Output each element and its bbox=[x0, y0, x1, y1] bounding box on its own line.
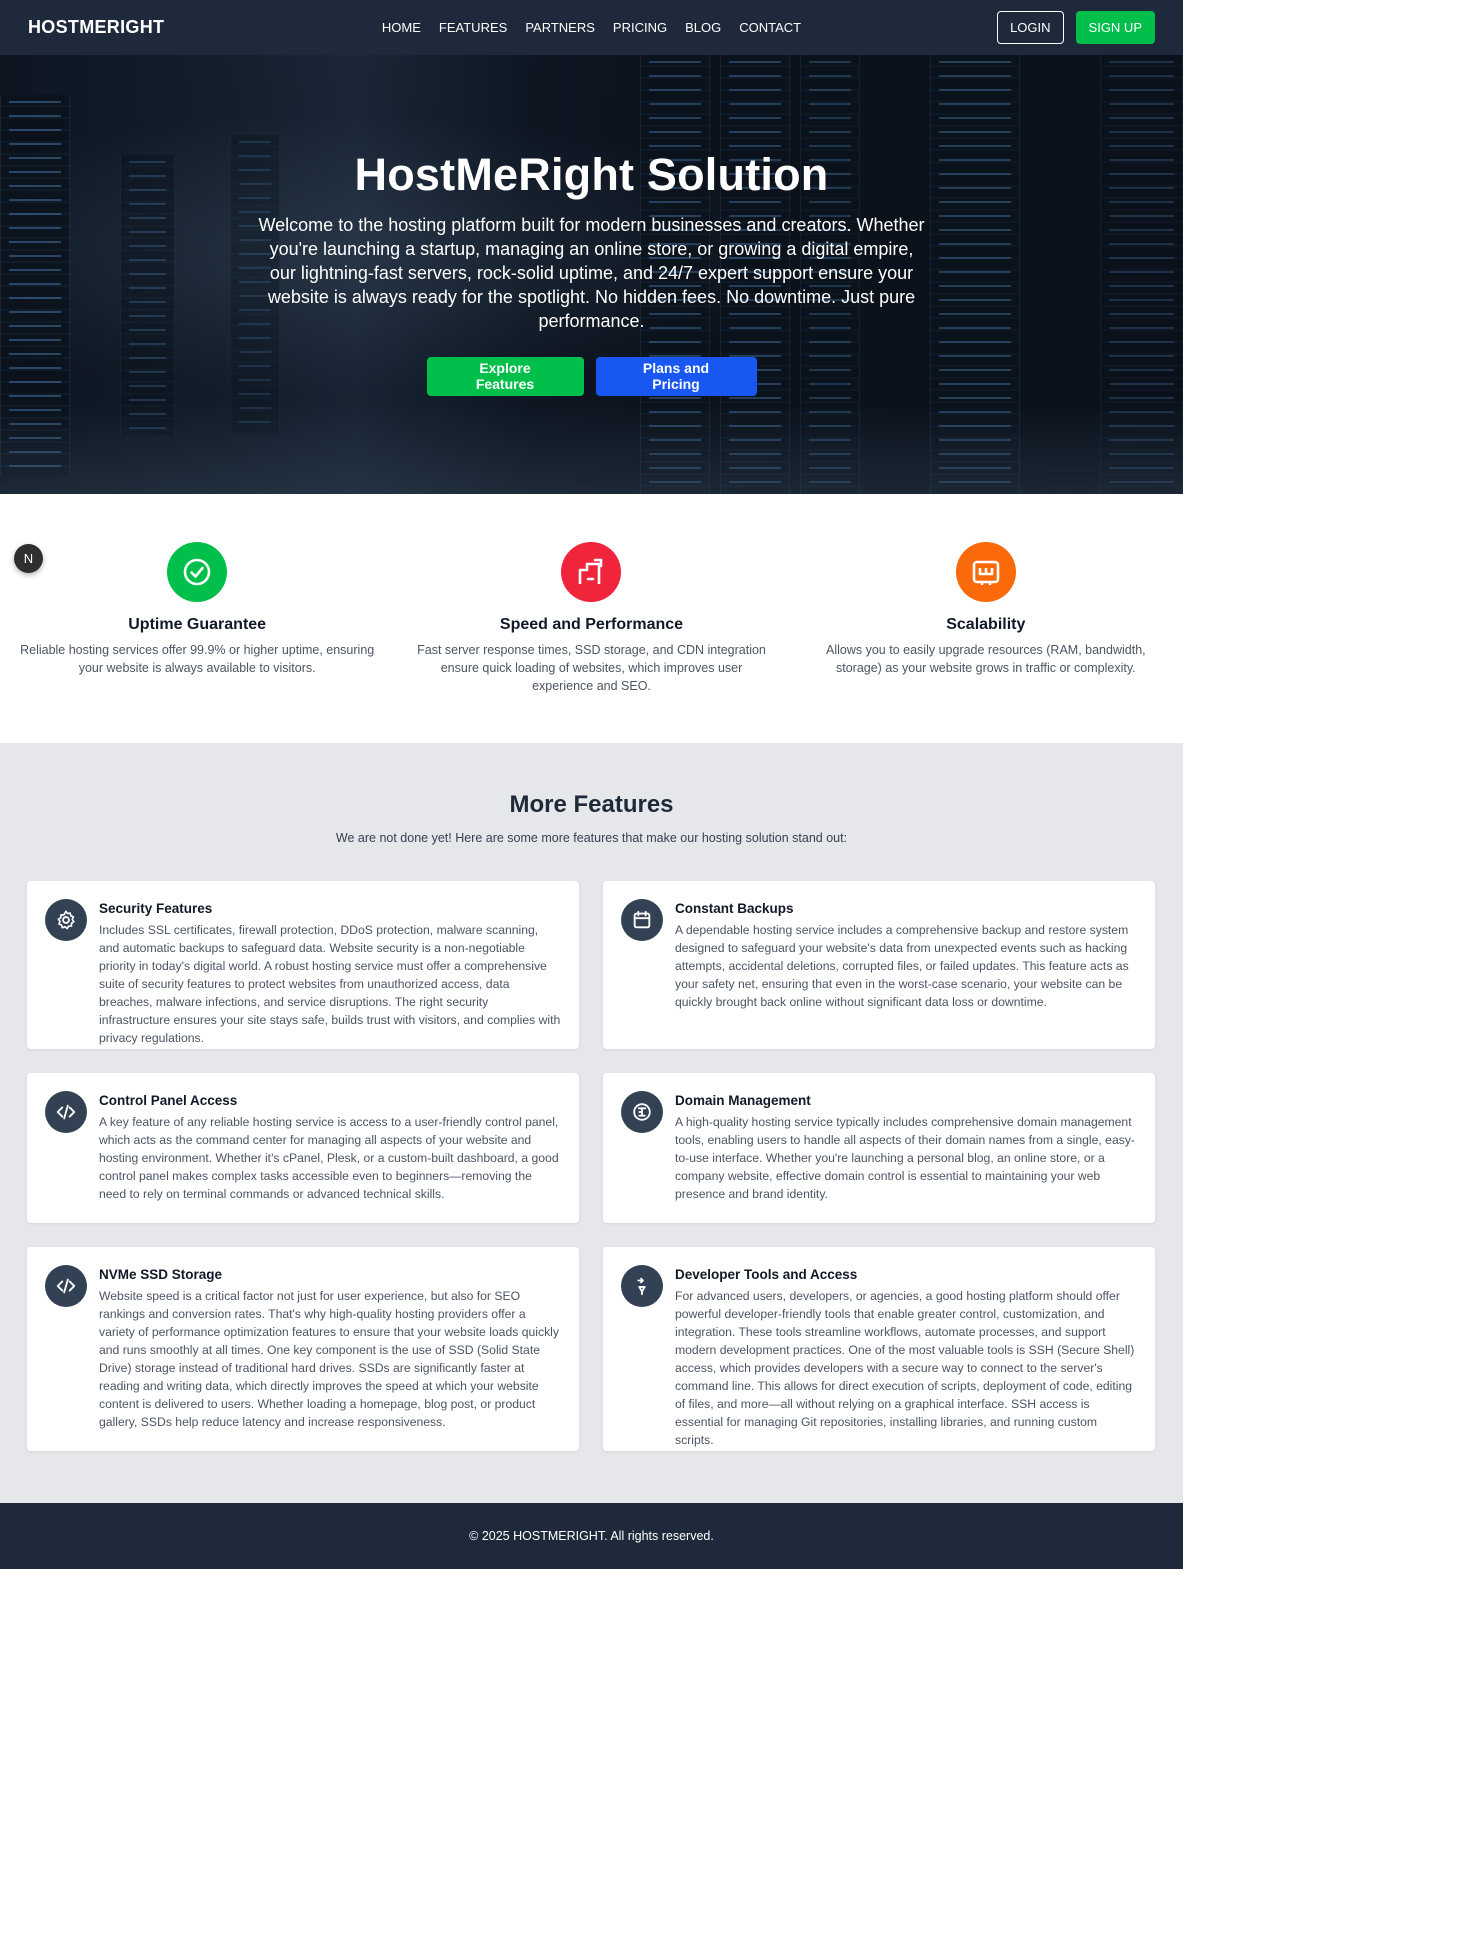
card-body: Security Features Includes SSL certifica… bbox=[99, 899, 561, 1045]
hero-floor bbox=[0, 404, 1183, 494]
card-description: A high-quality hosting service typically… bbox=[675, 1115, 1135, 1201]
highlights-section: N Uptime Guarantee Reliable hosting serv… bbox=[0, 494, 1183, 743]
card-body: Domain Management A high-quality hosting… bbox=[675, 1091, 1137, 1205]
card-title: Constant Backups bbox=[675, 901, 794, 916]
feature-card-developer-tools: Developer Tools and Access For advanced … bbox=[603, 1247, 1155, 1451]
highlight-title: Uptime Guarantee bbox=[128, 616, 267, 633]
code-icon bbox=[45, 1265, 87, 1307]
feature-cards-grid: Security Features Includes SSL certifica… bbox=[27, 881, 1156, 1451]
card-body: Control Panel Access A key feature of an… bbox=[99, 1091, 561, 1205]
card-title: Control Panel Access bbox=[99, 1093, 238, 1108]
feature-card-security: Security Features Includes SSL certifica… bbox=[27, 881, 579, 1049]
highlight-title: Scalability bbox=[946, 616, 1026, 633]
card-body: NVMe SSD Storage Website speed is a crit… bbox=[99, 1265, 561, 1433]
hero-section: HostMeRight Solution Welcome to the host… bbox=[0, 55, 1183, 494]
highlight-title: Speed and Performance bbox=[499, 616, 684, 633]
more-features-section: More Features We are not done yet! Here … bbox=[0, 743, 1183, 1503]
code-icon bbox=[45, 1091, 87, 1133]
card-body: Developer Tools and Access For advanced … bbox=[675, 1265, 1137, 1447]
feature-card-domain: Domain Management A high-quality hosting… bbox=[603, 1073, 1155, 1223]
card-body: Constant Backups A dependable hosting se… bbox=[675, 899, 1137, 1031]
card-description: A dependable hosting service includes a … bbox=[675, 923, 1129, 1009]
nav-link-features[interactable]: FEATURES bbox=[439, 20, 507, 35]
nav-link-pricing[interactable]: PRICING bbox=[613, 20, 667, 35]
nav-link-contact[interactable]: CONTACT bbox=[739, 20, 801, 35]
speed-icon bbox=[561, 542, 622, 602]
hero-content: HostMeRight Solution Welcome to the host… bbox=[0, 149, 1183, 396]
highlight-speed: Speed and Performance Fast server respon… bbox=[394, 542, 788, 743]
highlight-scalability: Scalability Allows you to easily upgrade… bbox=[789, 542, 1183, 743]
card-description: Website speed is a critical factor not j… bbox=[99, 1289, 559, 1429]
highlight-uptime: Uptime Guarantee Reliable hosting servic… bbox=[0, 542, 394, 743]
nav-link-home[interactable]: HOME bbox=[382, 20, 421, 35]
card-description: A key feature of any reliable hosting se… bbox=[99, 1115, 559, 1201]
floating-n-badge[interactable]: N bbox=[14, 544, 43, 573]
card-title: Domain Management bbox=[675, 1093, 811, 1108]
highlight-description: Fast server response times, SSD storage,… bbox=[417, 643, 766, 693]
check-circle-icon bbox=[167, 542, 228, 602]
brand-logo[interactable]: HOSTMERIGHT bbox=[28, 17, 164, 38]
hero-description: Welcome to the hosting platform built fo… bbox=[258, 214, 925, 331]
signup-button[interactable]: SIGN UP bbox=[1075, 11, 1155, 44]
tools-icon bbox=[621, 1265, 663, 1307]
navbar: HOSTMERIGHT HOME FEATURES PARTNERS PRICI… bbox=[0, 0, 1183, 55]
card-description: Includes SSL certificates, firewall prot… bbox=[99, 923, 561, 1045]
plans-pricing-button[interactable]: Plans and Pricing bbox=[595, 356, 757, 396]
highlight-description: Allows you to easily upgrade resources (… bbox=[826, 643, 1146, 675]
card-title: Developer Tools and Access bbox=[675, 1267, 858, 1282]
feature-card-backups: Constant Backups A dependable hosting se… bbox=[603, 881, 1155, 1049]
card-title: Security Features bbox=[99, 901, 213, 916]
feature-card-control-panel: Control Panel Access A key feature of an… bbox=[27, 1073, 579, 1223]
more-features-subtitle: We are not done yet! Here are some more … bbox=[335, 831, 848, 845]
footer: © 2025 HOSTMERIGHT. All rights reserved. bbox=[0, 1503, 1183, 1569]
copyright-text: © 2025 HOSTMERIGHT. All rights reserved. bbox=[469, 1529, 714, 1543]
calendar-icon bbox=[621, 899, 663, 941]
explore-features-button[interactable]: Explore Features bbox=[426, 356, 584, 396]
highlight-description: Reliable hosting services offer 99.9% or… bbox=[20, 643, 375, 675]
more-features-title: More Features bbox=[509, 791, 674, 818]
auth-buttons: LOGIN SIGN UP bbox=[997, 11, 1155, 44]
gear-icon bbox=[45, 899, 87, 941]
card-title: NVMe SSD Storage bbox=[99, 1267, 223, 1282]
feature-card-nvme: NVMe SSD Storage Website speed is a crit… bbox=[27, 1247, 579, 1451]
nav-link-blog[interactable]: BLOG bbox=[685, 20, 721, 35]
login-button[interactable]: LOGIN bbox=[997, 11, 1064, 44]
scale-icon bbox=[955, 542, 1016, 602]
hero-buttons: Explore Features Plans and Pricing bbox=[0, 356, 1183, 396]
domain-icon bbox=[621, 1091, 663, 1133]
nav-link-partners[interactable]: PARTNERS bbox=[525, 20, 595, 35]
nav-links: HOME FEATURES PARTNERS PRICING BLOG CONT… bbox=[382, 20, 801, 35]
hero-title: HostMeRight Solution bbox=[354, 149, 829, 200]
card-description: For advanced users, developers, or agenc… bbox=[675, 1289, 1135, 1447]
